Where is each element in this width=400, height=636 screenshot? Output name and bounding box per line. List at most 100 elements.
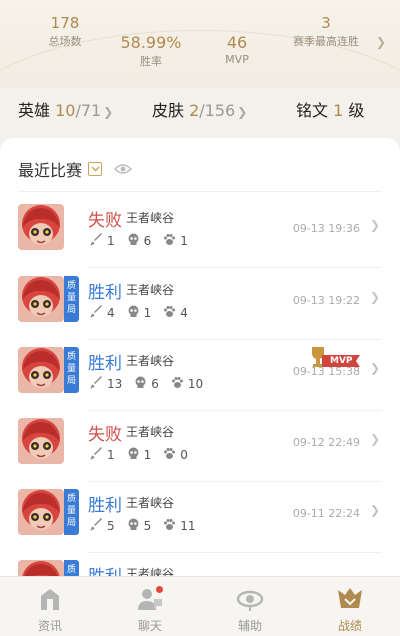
kda-stats: 1 1 0 [90,447,200,463]
quality-match-badge: 质量局 [64,276,79,322]
recent-matches-header: 最近比赛 [18,158,133,180]
notification-dot [156,586,163,593]
stat-total-games-label: 总场数 [48,35,82,48]
record-icon [338,588,362,608]
eye-icon[interactable] [114,160,133,179]
match-result: 胜利 [88,354,122,374]
assists-value: 1 [180,234,188,248]
deaths-value: 5 [143,519,152,533]
heroes-count[interactable]: 英雄 10/71 ❯ [18,97,113,121]
nav-label: 聊天 [137,619,162,633]
stat-season-streak-value: 3 [321,14,331,32]
skull-icon [127,233,144,249]
match-mode: 王者峡谷 [126,354,175,368]
match-result: 胜利 [88,562,122,576]
skull-icon [127,518,144,534]
sword-icon [90,518,107,534]
chevron-right-icon: ❯ [369,503,380,517]
stat-season-streak-label: 赛季最高连胜 [293,35,359,48]
inscription-label: 铭文 [296,101,329,120]
kda-stats: 5 5 11 [90,518,208,534]
kills-value: 4 [107,306,115,320]
stat-win-rate-value: 58.99% [120,33,182,52]
match-result: 失败 [88,425,122,445]
heroes-label: 英雄 [18,101,51,120]
paw-icon [171,376,188,392]
chevron-right-icon: ❯ [369,290,380,304]
match-time: 09-12 22:49 [292,436,360,449]
match-result: 胜利 [88,496,122,516]
nav-label: 资讯 [37,619,62,633]
dropdown-toggle[interactable] [88,162,103,176]
recent-matches-title: 最近比赛 [18,161,83,180]
skins-value: 2 [189,101,200,120]
chevron-right-icon: ❯ [103,105,114,119]
skins-total: /156 [199,101,236,120]
match-row[interactable]: 质量局胜利王者峡谷 [0,552,400,576]
chevron-right-icon[interactable]: ❯ [376,35,386,49]
sword-icon [90,233,107,249]
skull-icon [127,447,144,463]
match-row[interactable]: 质量局 胜利 王者峡谷 13 6 10 MVP 09-13 15:38 ❯ [0,339,400,411]
collection-counts: 英雄 10/71 ❯ 皮肤 2/156 ❯ 铭文 1 级 [0,88,400,132]
chevron-down-icon [90,166,100,172]
skull-icon [127,305,144,321]
paw-icon [163,518,180,534]
match-mode: 王者峡谷 [126,425,175,439]
paw-icon [163,305,180,321]
stat-win-rate: 58.99% 胜率 [110,33,192,69]
inscription-suffix: 级 [348,101,365,120]
sword-icon [90,305,107,321]
nav-item-chat[interactable]: 聊天 [100,577,200,636]
match-time: 09-13 15:38 [292,365,360,378]
match-mode: 王者峡谷 [126,211,175,225]
match-result: 胜利 [88,283,122,303]
kills-value: 1 [107,448,115,462]
divider [18,191,382,192]
match-mode: 王者峡谷 [126,496,175,510]
inscription-count[interactable]: 铭文 1 级 [296,97,364,121]
hero-avatar [18,347,64,393]
match-time: 09-11 22:24 [292,507,360,520]
sword-icon [90,447,107,463]
stat-mvp-label: MVP [225,53,249,66]
kda-stats: 4 1 4 [90,305,200,321]
stats-card[interactable]: 178 总场数 58.99% 胜率 46 MVP 3 赛季最高连胜 ❯ [0,0,400,88]
nav-label: 战绩 [337,619,362,633]
news-icon [41,589,59,610]
hero-avatar [18,276,64,322]
match-mode: 王者峡谷 [126,567,175,576]
match-result: 失败 [88,211,122,231]
paw-icon [163,447,180,463]
quality-match-badge: 质量局 [64,560,79,576]
skins-count[interactable]: 皮肤 2/156 ❯ [152,97,247,121]
stat-total-games-value: 178 [50,14,80,32]
quality-match-badge: 质量局 [64,489,79,535]
kills-value: 13 [107,377,123,391]
kills-value: 1 [107,234,115,248]
hero-avatar [18,204,64,250]
kills-value: 5 [107,519,115,533]
kda-stats: 1 6 1 [90,233,200,249]
nav-label: 辅助 [237,619,262,633]
hero-avatar [18,560,64,576]
stat-win-rate-label: 胜率 [140,55,162,68]
stat-mvp-value: 46 [226,33,248,52]
assists-value: 4 [180,306,188,320]
match-time: 09-13 19:36 [292,222,360,235]
deaths-value: 1 [143,448,152,462]
match-time: 09-13 19:22 [292,294,360,307]
bottom-nav: 资讯 聊天 辅助 战绩 [0,576,400,636]
match-row[interactable]: 失败 王者峡谷 1 1 0 09-12 22:49 ❯ [0,410,400,482]
nav-item-news[interactable]: 资讯 [0,577,100,636]
quality-match-badge: 质量局 [64,347,79,393]
inscription-value: 1 [333,101,344,120]
nav-item-record[interactable]: 战绩 [300,577,400,636]
paw-icon [163,233,180,249]
match-row[interactable]: 质量局 胜利 王者峡谷 4 1 4 09-13 19:22 ❯ [0,268,400,340]
nav-item-assist[interactable]: 辅助 [200,577,300,636]
hero-avatar [18,489,64,535]
match-row[interactable]: 失败 王者峡谷 1 6 1 09-13 19:36 ❯ [0,196,400,268]
match-row[interactable]: 质量局 胜利 王者峡谷 5 5 11 09-11 22:24 ❯ [0,481,400,553]
chevron-right-icon: ❯ [369,218,380,232]
